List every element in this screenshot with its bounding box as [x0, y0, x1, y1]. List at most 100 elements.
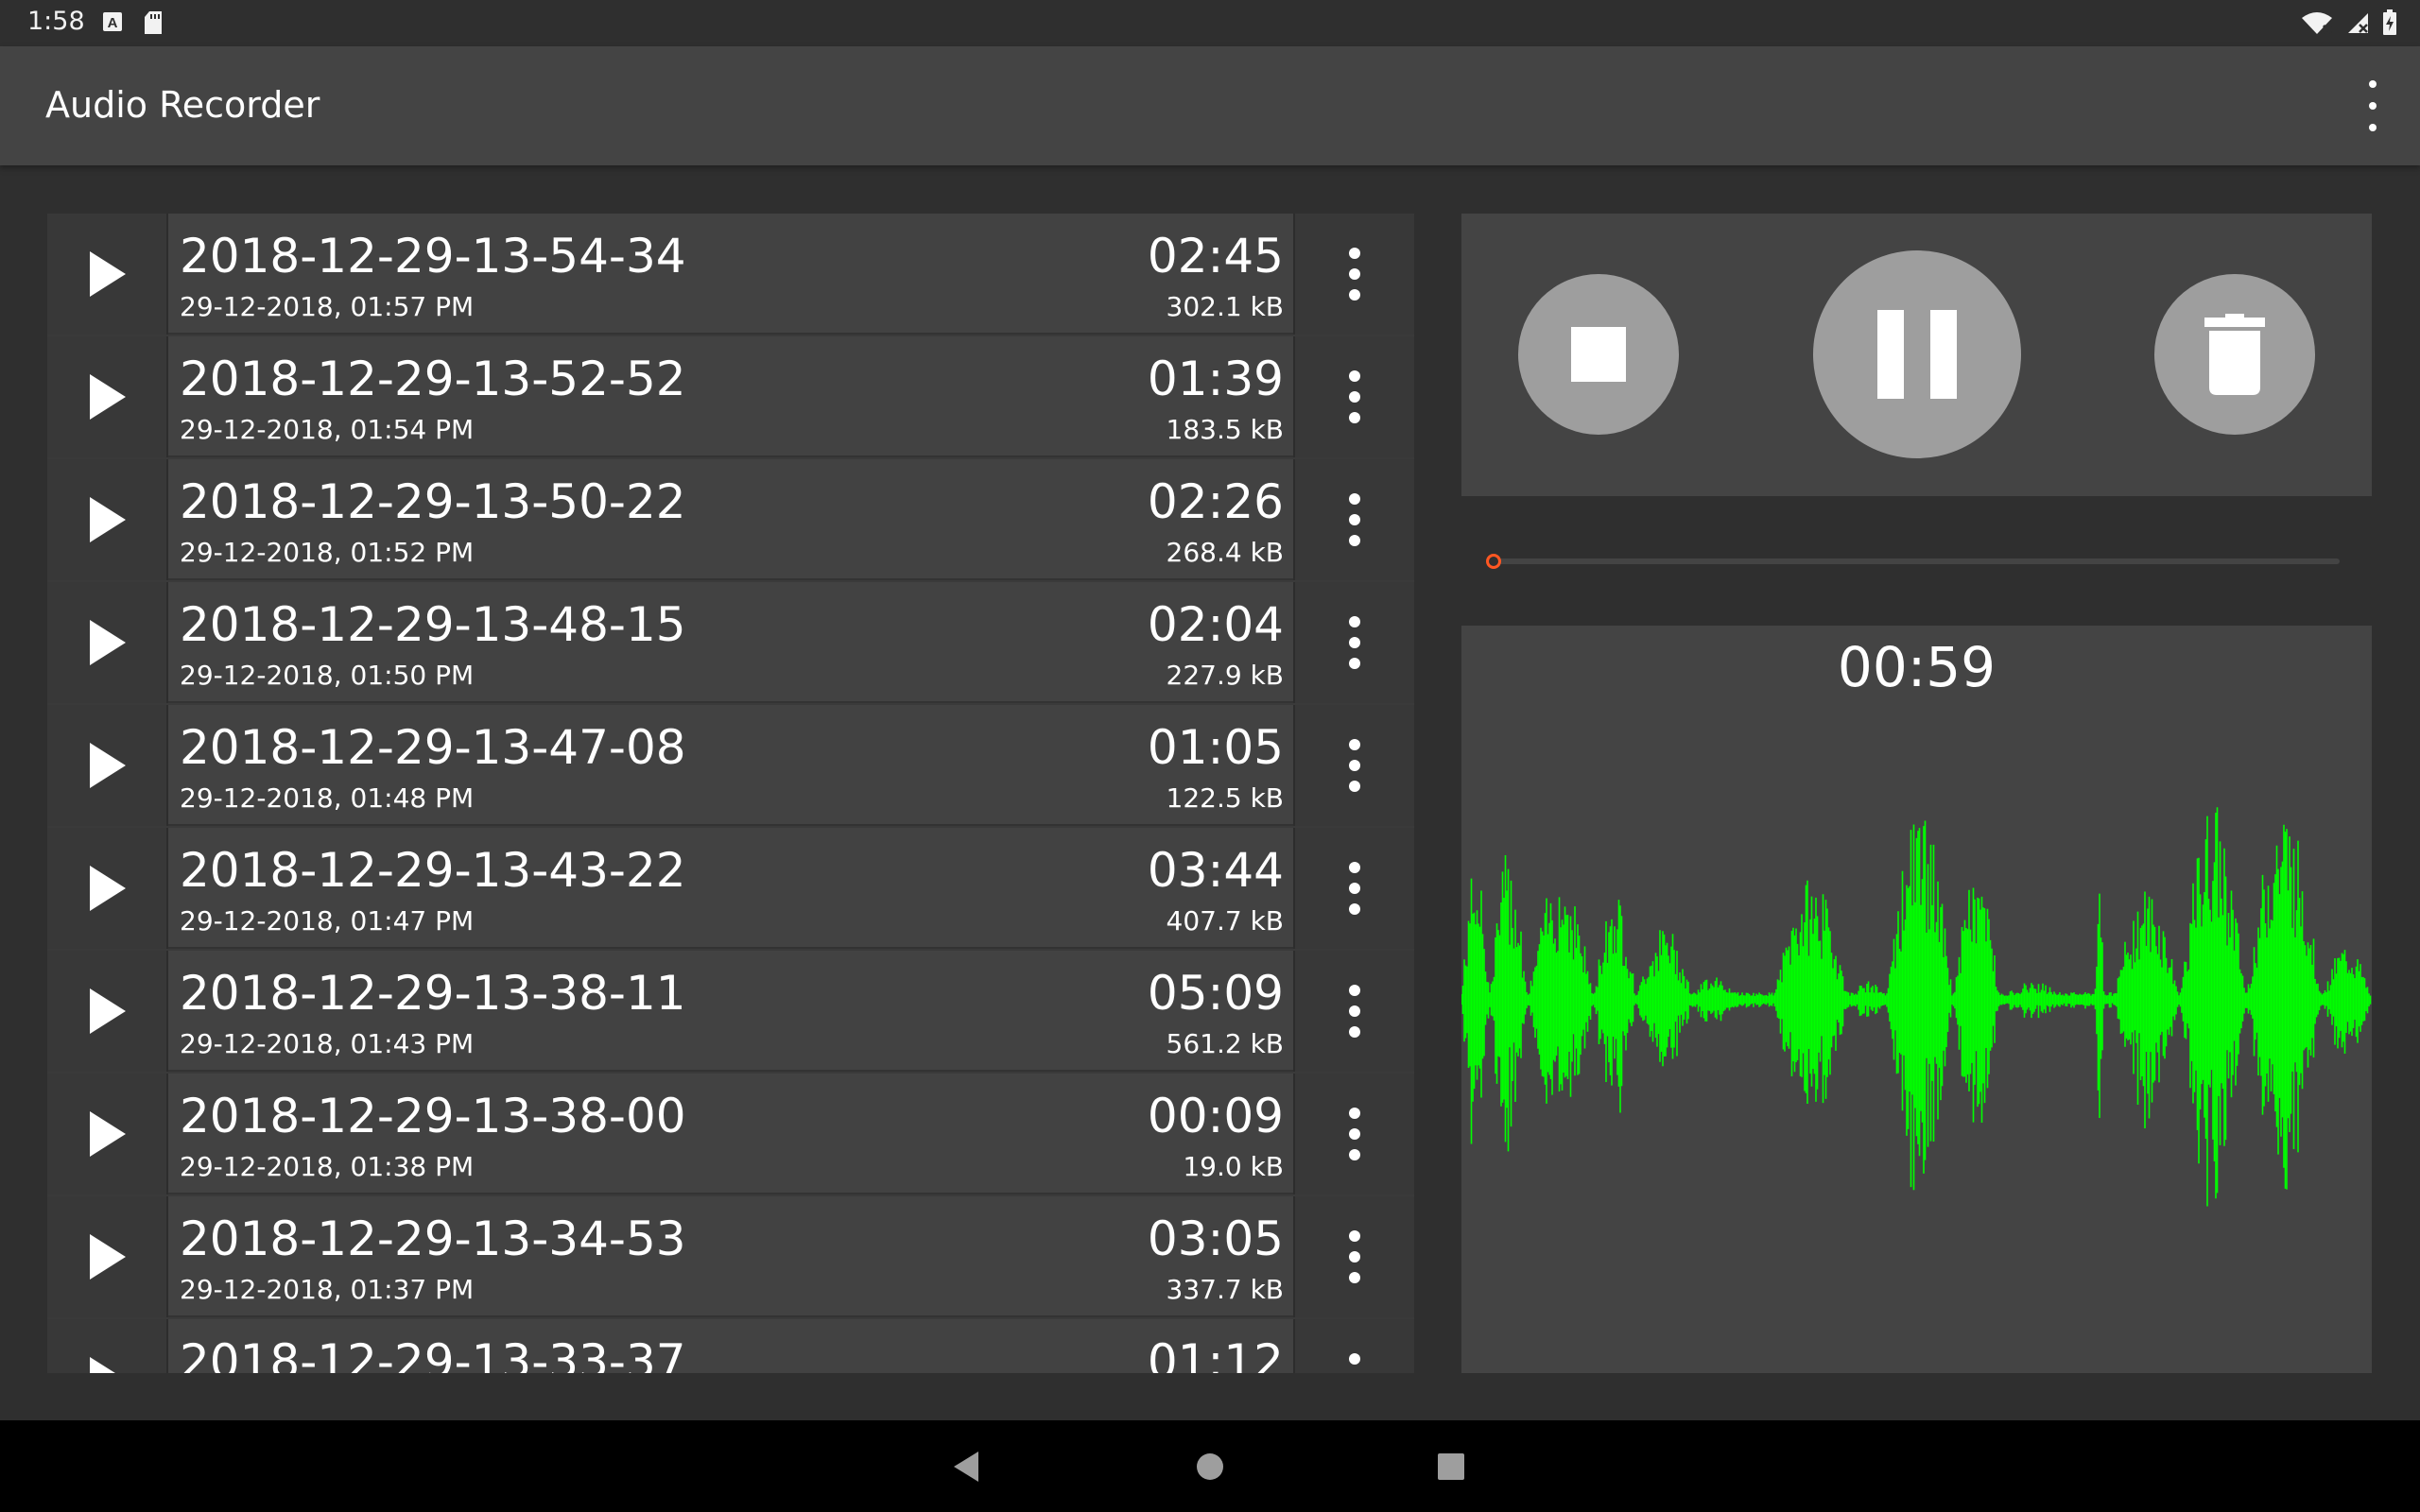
more-vert-icon-dot	[1349, 781, 1360, 792]
more-vert-icon-dot	[1349, 1005, 1360, 1017]
recording-date: 29-12-2018, 01:43 PM	[180, 1028, 475, 1059]
more-vert-icon	[1349, 616, 1360, 627]
seek-track	[1492, 558, 2340, 564]
play-button[interactable]	[47, 1196, 168, 1317]
recording-name: 2018-12-29-13-33-37	[180, 1334, 686, 1373]
font-notification-icon: A	[103, 12, 122, 31]
back-button[interactable]	[909, 1420, 1023, 1512]
recording-menu-button[interactable]	[1293, 214, 1414, 335]
play-button[interactable]	[47, 1319, 168, 1373]
app-title: Audio Recorder	[45, 84, 320, 126]
more-vert-icon-dot	[1349, 1128, 1360, 1140]
recording-duration: 01:39	[1147, 352, 1284, 406]
recording-menu-button[interactable]	[1293, 828, 1414, 949]
play-button[interactable]	[47, 214, 168, 335]
recording-size: 183.5 kB	[1166, 414, 1284, 445]
recording-date: 29-12-2018, 01:37 PM	[180, 1274, 475, 1305]
home-button[interactable]	[1153, 1420, 1267, 1512]
recording-row[interactable]: 2018-12-29-13-47-08 29-12-2018, 01:48 PM…	[47, 705, 1414, 826]
recording-duration: 01:05	[1147, 720, 1284, 775]
recording-row[interactable]: 2018-12-29-13-38-00 29-12-2018, 01:38 PM…	[47, 1074, 1414, 1194]
more-vert-icon-dot	[1349, 514, 1360, 525]
play-button[interactable]	[47, 828, 168, 949]
navigation-bar	[0, 1420, 2420, 1512]
svg-text:A: A	[108, 15, 118, 31]
recording-menu-button[interactable]	[1293, 1319, 1414, 1373]
recording-size: 337.7 kB	[1166, 1274, 1284, 1305]
recording-duration: 05:09	[1147, 966, 1284, 1021]
play-icon	[90, 251, 126, 297]
recording-duration: 03:05	[1147, 1211, 1284, 1266]
waveform-panel: 00:59	[1461, 626, 2372, 1373]
sd-card-icon	[145, 11, 162, 34]
app-bar: Audio Recorder	[0, 46, 2420, 165]
waveform	[1461, 807, 2372, 1207]
recording-date: 29-12-2018, 01:50 PM	[180, 660, 475, 691]
stop-button[interactable]	[1518, 274, 1679, 435]
more-vert-icon-dot	[1349, 268, 1360, 280]
recording-menu-button[interactable]	[1293, 1074, 1414, 1194]
recording-row[interactable]: 2018-12-29-13-48-15 29-12-2018, 01:50 PM…	[47, 582, 1414, 703]
recording-duration: 03:44	[1147, 843, 1284, 898]
more-vert-icon-dot	[1349, 1272, 1360, 1283]
recording-row[interactable]: 2018-12-29-13-52-52 29-12-2018, 01:54 PM…	[47, 336, 1414, 457]
recording-size: 19.0 kB	[1183, 1151, 1284, 1182]
play-icon	[90, 988, 126, 1034]
recording-menu-button[interactable]	[1293, 1196, 1414, 1317]
recording-name: 2018-12-29-13-52-52	[180, 352, 686, 406]
recording-menu-button[interactable]	[1293, 336, 1414, 457]
recording-size: 302.1 kB	[1166, 291, 1284, 322]
recording-row[interactable]: 2018-12-29-13-43-22 29-12-2018, 01:47 PM…	[47, 828, 1414, 949]
recording-duration: 00:09	[1147, 1089, 1284, 1143]
more-vert-icon-dot	[1349, 289, 1360, 301]
playback-controls	[1461, 214, 2372, 496]
recording-menu-button[interactable]	[1293, 705, 1414, 826]
recording-menu-button[interactable]	[1293, 582, 1414, 703]
recents-button[interactable]	[1394, 1420, 1508, 1512]
seek-thumb[interactable]	[1486, 554, 1501, 569]
seek-bar[interactable]	[1484, 548, 2340, 575]
play-button[interactable]	[47, 705, 168, 826]
recording-name: 2018-12-29-13-34-53	[180, 1211, 686, 1266]
recording-size: 561.2 kB	[1166, 1028, 1284, 1059]
play-button[interactable]	[47, 336, 168, 457]
more-vert-icon-dot	[1349, 760, 1360, 771]
recording-row[interactable]: 2018-12-29-13-34-53 29-12-2018, 01:37 PM…	[47, 1196, 1414, 1317]
recording-duration: 01:12	[1147, 1334, 1284, 1373]
play-button[interactable]	[47, 582, 168, 703]
recording-row[interactable]: 2018-12-29-13-54-34 29-12-2018, 01:57 PM…	[47, 214, 1414, 335]
back-triangle-icon	[954, 1451, 978, 1482]
pause-button[interactable]	[1813, 250, 2021, 458]
more-vert-icon-dot	[1349, 1251, 1360, 1263]
recording-menu-button[interactable]	[1293, 951, 1414, 1072]
recording-row[interactable]: 2018-12-29-13-38-11 29-12-2018, 01:43 PM…	[47, 951, 1414, 1072]
more-vert-icon-dot	[1349, 903, 1360, 915]
play-icon	[90, 1111, 126, 1157]
more-vert-icon	[1349, 493, 1360, 505]
play-icon	[90, 1234, 126, 1280]
play-button[interactable]	[47, 951, 168, 1072]
recording-row[interactable]: 2018-12-29-13-33-37 01:12	[47, 1319, 1414, 1373]
recording-row[interactable]: 2018-12-29-13-50-22 29-12-2018, 01:52 PM…	[47, 459, 1414, 580]
more-vert-icon-dot	[2369, 102, 2377, 110]
play-button[interactable]	[47, 459, 168, 580]
more-vert-icon	[1349, 739, 1360, 750]
recording-date: 29-12-2018, 01:38 PM	[180, 1151, 475, 1182]
recordings-list[interactable]: 2018-12-29-13-54-34 29-12-2018, 01:57 PM…	[47, 214, 1414, 1373]
recording-date: 29-12-2018, 01:48 PM	[180, 782, 475, 814]
delete-button[interactable]	[2154, 274, 2315, 435]
recording-menu-button[interactable]	[1293, 459, 1414, 580]
play-icon	[90, 497, 126, 542]
recording-size: 268.4 kB	[1166, 537, 1284, 568]
more-vert-icon-dot	[1349, 391, 1360, 403]
status-bar: 1:58 A	[0, 0, 2420, 46]
play-icon	[90, 374, 126, 420]
recording-size: 122.5 kB	[1166, 782, 1284, 814]
play-button[interactable]	[47, 1074, 168, 1194]
elapsed-time: 00:59	[1837, 635, 1996, 699]
overflow-menu-button[interactable]	[2361, 80, 2384, 131]
recording-name: 2018-12-29-13-54-34	[180, 229, 686, 284]
more-vert-icon-dot	[2369, 124, 2377, 131]
more-vert-icon	[2369, 80, 2377, 88]
recording-size: 227.9 kB	[1166, 660, 1284, 691]
